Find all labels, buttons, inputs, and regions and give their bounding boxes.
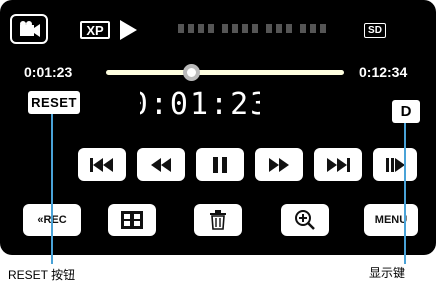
pause-icon: [213, 156, 227, 173]
play-indicator-icon: [120, 20, 137, 40]
rewind-button[interactable]: [137, 148, 185, 181]
display-callout-line: [404, 123, 406, 264]
video-camera-icon[interactable]: [10, 14, 48, 44]
skip-next-icon: [327, 157, 350, 172]
slow-forward-icon: [386, 157, 405, 172]
progress-knob[interactable]: [183, 64, 201, 81]
zoom-in-icon: [295, 210, 315, 230]
display-callout-label: 显示键: [369, 266, 406, 280]
reset-callout-label: RESET 按钮: [8, 268, 76, 282]
pause-button[interactable]: [196, 148, 244, 181]
filename-masked: [178, 24, 326, 33]
progress-track[interactable]: [106, 70, 344, 75]
skip-previous-icon: [90, 157, 113, 172]
skip-previous-button[interactable]: [78, 148, 126, 181]
fast-forward-icon: [269, 157, 289, 172]
reset-label: RESET: [31, 95, 77, 110]
display-button[interactable]: D: [392, 100, 420, 123]
skip-next-button[interactable]: [314, 148, 362, 181]
lcd-screen: XP SD 0:01:23 0:12:34 RESET 0:01:23 D «R…: [0, 0, 436, 255]
elapsed-time: 0:01:23: [24, 64, 73, 80]
quality-badge: XP: [80, 21, 110, 39]
menu-button[interactable]: MENU: [364, 204, 418, 236]
media-badge: SD: [364, 23, 386, 38]
playback-counter: 0:01:23: [140, 87, 260, 121]
reset-callout-line: [51, 114, 53, 264]
fast-forward-button[interactable]: [255, 148, 303, 181]
index-thumbnail-icon: [121, 211, 143, 229]
reset-button[interactable]: RESET: [28, 91, 80, 114]
delete-button[interactable]: [194, 204, 242, 236]
total-time: 0:12:34: [359, 64, 408, 80]
counter-text: 0:01:23: [140, 87, 260, 121]
trash-icon: [210, 210, 226, 230]
rewind-icon: [151, 157, 171, 172]
index-button[interactable]: [108, 204, 156, 236]
slow-forward-button[interactable]: [373, 148, 417, 181]
zoom-button[interactable]: [281, 204, 329, 236]
